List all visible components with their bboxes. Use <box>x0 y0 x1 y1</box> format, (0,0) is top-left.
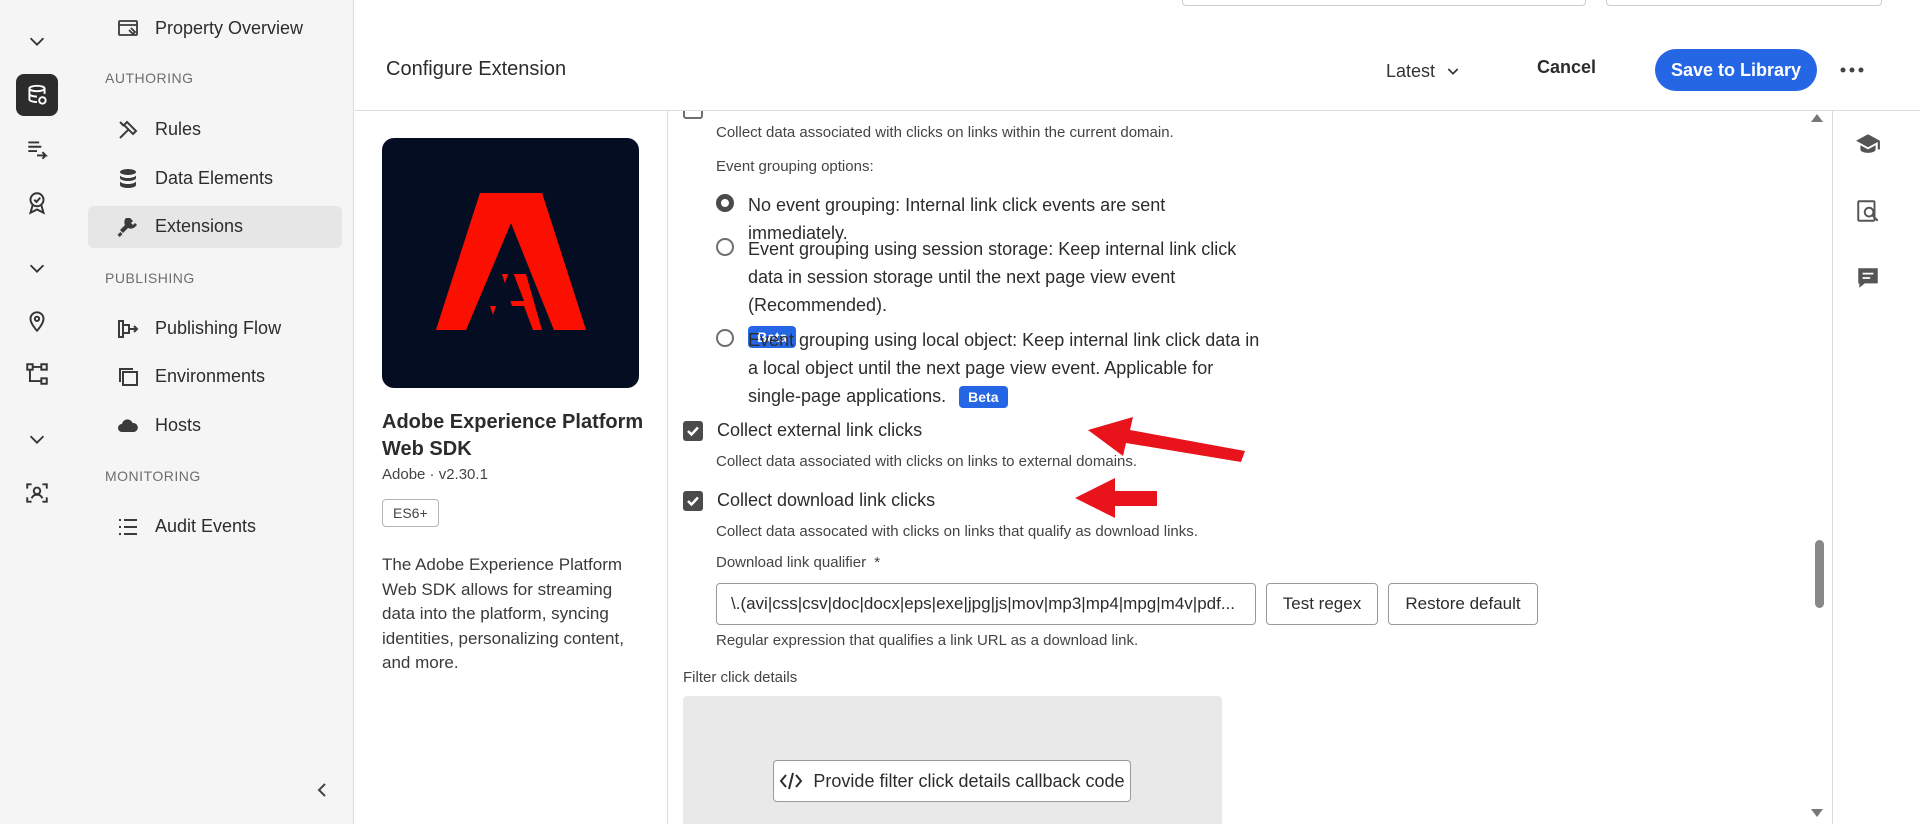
extension-info-panel: Adobe Experience Platform Web SDK Adobe … <box>355 111 668 824</box>
filter-click-panel: Provide filter click details callback co… <box>683 696 1222 824</box>
provide-callback-label: Provide filter click details callback co… <box>813 770 1125 791</box>
plug-icon <box>117 218 137 237</box>
test-regex-button[interactable]: Test regex <box>1266 583 1378 625</box>
page-title: Configure Extension <box>386 58 567 80</box>
comment-icon[interactable] <box>1855 265 1881 291</box>
checkbox-checked-icon[interactable] <box>683 420 703 441</box>
publishing-flow-icon <box>118 320 139 338</box>
badge-icon[interactable] <box>16 182 58 224</box>
required-marker: * <box>874 554 881 571</box>
nav-item-data-elements[interactable]: Data Elements <box>88 158 342 200</box>
property-icon <box>118 20 138 36</box>
external-links-help: Collect data associated with clicks on l… <box>716 453 1138 470</box>
rules-icon <box>119 120 138 139</box>
nav-item-hosts[interactable]: Hosts <box>88 405 342 447</box>
chevron-down-icon[interactable] <box>16 418 58 460</box>
restore-default-button[interactable]: Restore default <box>1388 583 1538 625</box>
code-icon <box>780 772 803 790</box>
event-forwarding-icon[interactable] <box>16 129 58 171</box>
radio-icon[interactable] <box>716 238 734 256</box>
download-links-help: Collect data assocated with clicks on li… <box>716 523 1198 540</box>
radio-label-text: Event grouping using session storage: Ke… <box>748 239 1237 315</box>
download-links-label: Collect download link clicks <box>717 490 936 510</box>
nav-section-publishing: PUBLISHING <box>105 270 195 286</box>
location-pin-icon[interactable] <box>16 300 58 342</box>
internal-links-checkbox[interactable] <box>683 111 703 119</box>
workflow-icon[interactable] <box>16 353 58 395</box>
extension-description: The Adobe Experience Platform Web SDK al… <box>382 555 624 672</box>
profile-scan-icon[interactable] <box>16 472 58 514</box>
scroll-down-arrow-icon[interactable] <box>1810 806 1824 820</box>
external-links-label: Collect external link clicks <box>717 420 923 440</box>
extension-name: Adobe Experience Platform Web SDK <box>382 411 644 460</box>
grouping-options-label: Event grouping options: <box>716 158 874 175</box>
internal-links-help: Collect data associated with clicks on l… <box>716 124 1174 141</box>
nav-item-publishing-flow[interactable]: Publishing Flow <box>88 308 342 350</box>
cloud-icon <box>118 419 138 432</box>
radio-icon[interactable] <box>716 329 734 347</box>
nav-item-property-overview[interactable]: Property Overview <box>88 8 342 50</box>
provide-callback-button[interactable]: Provide filter click details callback co… <box>773 760 1131 802</box>
chevron-down-icon[interactable] <box>16 247 58 289</box>
scroll-up-arrow-icon[interactable] <box>1810 111 1824 125</box>
chevron-down-icon[interactable] <box>16 20 58 62</box>
top-toolbar-fragment <box>1606 0 1882 6</box>
chevron-down-icon <box>1447 68 1459 75</box>
nav-item-environments[interactable]: Environments <box>88 356 342 398</box>
nav-label: Extensions <box>155 216 244 236</box>
beta-badge: Beta <box>959 386 1008 409</box>
top-toolbar-fragment <box>1182 0 1586 6</box>
radio-local-object[interactable]: Event grouping using local object: Keep … <box>716 326 1268 410</box>
qualifier-label: Download link qualifier * <box>716 554 880 571</box>
left-nav: Property Overview AUTHORING Rules Data E… <box>76 0 354 824</box>
qualifier-label-text: Download link qualifier <box>716 554 867 571</box>
data-collection-icon[interactable] <box>16 74 58 116</box>
nav-item-rules[interactable]: Rules <box>88 109 342 151</box>
nav-item-extensions[interactable]: Extensions <box>88 206 342 248</box>
more-options-icon[interactable] <box>1835 53 1869 87</box>
graduation-cap-icon[interactable] <box>1855 131 1881 157</box>
adobe-logo <box>382 138 639 388</box>
extension-meta: Adobe · v2.30.1 <box>382 466 488 483</box>
radio-selected-icon[interactable] <box>716 194 734 212</box>
nav-section-authoring: AUTHORING <box>105 70 194 86</box>
es6-badge: ES6+ <box>382 499 439 527</box>
qualifier-input[interactable]: \.(avi|css|csv|doc|docx|eps|exe|jpg|js|m… <box>716 583 1256 625</box>
nav-label: Property Overview <box>155 18 304 38</box>
nav-label: Environments <box>155 366 266 386</box>
download-links-checkbox-row[interactable]: Collect download link clicks <box>683 490 935 511</box>
nav-label: Data Elements <box>155 168 274 188</box>
cancel-button[interactable]: Cancel <box>1537 57 1596 78</box>
radio-label: Event grouping using local object: Keep … <box>748 326 1268 410</box>
scrollbar-thumb[interactable] <box>1815 540 1824 608</box>
filter-click-label: Filter click details <box>683 669 798 686</box>
checkbox-checked-icon[interactable] <box>683 490 703 511</box>
collapse-sidebar-icon[interactable] <box>310 778 334 802</box>
nav-label: Rules <box>155 119 202 139</box>
external-links-checkbox-row[interactable]: Collect external link clicks <box>683 420 922 441</box>
page-header: Configure Extension Latest Cancel Save t… <box>355 29 1920 111</box>
version-value: Latest <box>1386 60 1436 81</box>
right-divider <box>1832 111 1833 824</box>
qualifier-help: Regular expression that qualifies a link… <box>716 632 1139 649</box>
save-to-library-button[interactable]: Save to Library <box>1655 49 1817 91</box>
nav-label: Hosts <box>155 415 202 435</box>
list-icon <box>119 519 137 535</box>
database-icon <box>120 169 136 188</box>
adobe-logo-icon <box>435 193 586 330</box>
search-document-icon[interactable] <box>1855 198 1881 224</box>
environments-icon <box>119 368 138 386</box>
nav-label: Publishing Flow <box>155 318 282 338</box>
app-rail <box>0 0 76 824</box>
version-picker[interactable]: Latest <box>1386 56 1461 86</box>
nav-label: Audit Events <box>155 516 257 536</box>
nav-section-monitoring: MONITORING <box>105 468 201 484</box>
settings-form: Collect data associated with clicks on l… <box>669 111 1829 824</box>
nav-item-audit-events[interactable]: Audit Events <box>88 506 342 548</box>
